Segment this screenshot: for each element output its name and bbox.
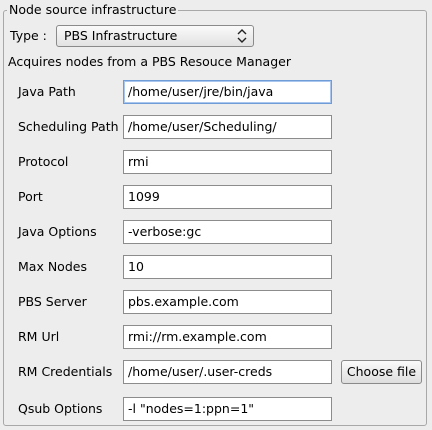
qsub-options-input[interactable]: -l "nodes=1:ppn=1"	[123, 397, 332, 421]
java-options-label: Java Options	[18, 224, 97, 239]
type-label: Type :	[10, 28, 47, 43]
max-nodes-label: Max Nodes	[18, 259, 87, 274]
qsub-options-label: Qsub Options	[18, 401, 103, 416]
group-title: Node source infrastructure	[7, 2, 179, 18]
rm-credentials-label: RM Credentials	[18, 364, 113, 379]
scheduling-path-input[interactable]: /home/user/Scheduling/	[123, 115, 332, 139]
up-down-arrows-icon	[237, 29, 247, 43]
infrastructure-description: Acquires nodes from a PBS Resouce Manage…	[8, 54, 291, 69]
pbs-server-input[interactable]: pbs.example.com	[123, 290, 332, 314]
rm-url-label: RM Url	[18, 329, 60, 344]
java-path-input[interactable]: /home/user/jre/bin/java	[123, 80, 332, 104]
rm-credentials-input[interactable]: /home/user/.user-creds	[123, 360, 332, 384]
port-input[interactable]: 1099	[123, 185, 332, 209]
pbs-server-label: PBS Server	[18, 294, 87, 309]
rm-url-input[interactable]: rmi://rm.example.com	[123, 325, 332, 349]
infrastructure-type-select[interactable]: PBS Infrastructure	[56, 25, 254, 47]
port-label: Port	[18, 189, 43, 204]
protocol-label: Protocol	[18, 154, 69, 169]
scheduling-path-label: Scheduling Path	[18, 119, 119, 134]
max-nodes-input[interactable]: 10	[123, 255, 332, 279]
java-options-input[interactable]: -verbose:gc	[123, 220, 332, 244]
infrastructure-type-value: PBS Infrastructure	[64, 28, 178, 43]
protocol-input[interactable]: rmi	[123, 150, 332, 174]
java-path-label: Java Path	[18, 84, 76, 99]
choose-file-button[interactable]: Choose file	[341, 360, 422, 384]
